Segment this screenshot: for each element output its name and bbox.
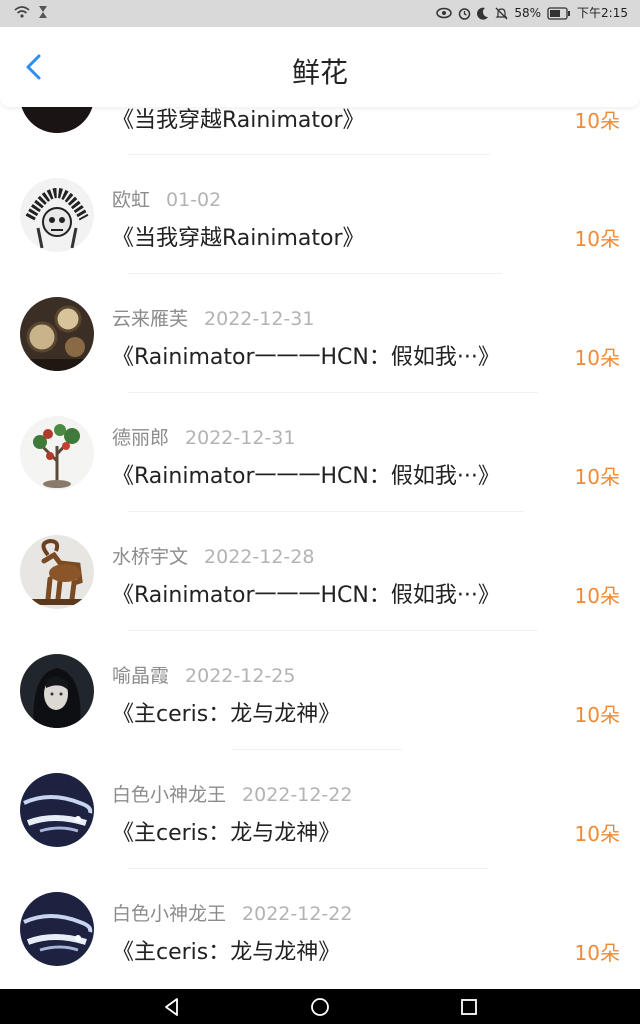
flower-count: 10朵 [574, 584, 620, 608]
user-name: 欧虹 01-02 [112, 189, 222, 211]
user-name: 云来雁芙 2022-12-31 [112, 308, 315, 330]
flower-count: 10朵 [574, 227, 620, 251]
divider [128, 154, 490, 155]
flower-list: 《当我穿越Rainimator》 10朵 欧虹 01-02 《当我穿越Rainim… [0, 107, 640, 989]
post-date: 2022-12-22 [242, 903, 353, 925]
back-triangle-icon[interactable] [160, 995, 184, 1019]
page-title: 鲜花 [291, 56, 348, 89]
avatar [20, 892, 94, 966]
user-name: 德丽郎 2022-12-31 [112, 427, 296, 449]
book-title: 《当我穿越Rainimator》 [112, 226, 365, 251]
book-title: 《主ceris：龙与龙神》 [112, 940, 341, 965]
app-header: 鲜花 [0, 27, 640, 107]
avatar [20, 297, 94, 371]
divider [128, 392, 538, 393]
divider [128, 511, 524, 512]
clock: 下午2:15 [577, 6, 628, 20]
book-title: 《Rainimator一一一HCN：假如我···》 [112, 583, 500, 608]
flower-count: 10朵 [574, 465, 620, 489]
list-item[interactable]: 欧虹 01-02 《当我穿越Rainimator》 10朵 [0, 168, 640, 287]
flower-count: 10朵 [574, 941, 620, 965]
battery-icon [547, 6, 571, 20]
list-item[interactable]: 白色小神龙王 2022-12-22 《主ceris：龙与龙神》 10朵 [0, 763, 640, 882]
list-item[interactable]: 喻晶霞 2022-12-25 《主ceris：龙与龙神》 10朵 [0, 644, 640, 763]
alarm-icon [459, 7, 471, 20]
system-nav-bar [0, 989, 640, 1024]
post-date: 2022-12-31 [204, 308, 315, 330]
hourglass-icon [39, 6, 47, 18]
flower-count: 10朵 [574, 109, 620, 133]
book-title: 《Rainimator一一一HCN：假如我···》 [112, 345, 500, 370]
list-item[interactable]: 《当我穿越Rainimator》 10朵 [0, 107, 640, 133]
divider [128, 273, 502, 274]
avatar [20, 535, 94, 609]
post-date: 2022-12-22 [242, 784, 353, 806]
user-name: 喻晶霞 2022-12-25 [112, 665, 296, 687]
user-name: 水桥宇文 2022-12-28 [112, 546, 315, 568]
list-item[interactable]: 云来雁芙 2022-12-31 《Rainimator一一一HCN：假如我···》… [0, 287, 640, 406]
book-title: 《当我穿越Rainimator》 [112, 108, 365, 133]
recents-square-icon[interactable] [457, 995, 481, 1019]
book-title: 《主ceris：龙与龙神》 [112, 702, 341, 727]
divider [232, 749, 402, 750]
flower-count: 10朵 [574, 822, 620, 846]
user-name: 白色小神龙王 2022-12-22 [112, 784, 353, 806]
user-name: 白色小神龙王 2022-12-22 [112, 903, 353, 925]
avatar [20, 654, 94, 728]
book-title: 《主ceris：龙与龙神》 [112, 821, 341, 846]
avatar [20, 107, 94, 133]
wifi-icon [14, 6, 30, 18]
avatar [20, 773, 94, 847]
mute-icon [495, 7, 508, 19]
post-date: 2022-12-25 [185, 665, 296, 687]
list-item[interactable]: 水桥宇文 2022-12-28 《Rainimator一一一HCN：假如我···》… [0, 525, 640, 644]
post-date: 2022-12-28 [204, 546, 315, 568]
flower-count: 10朵 [574, 346, 620, 370]
flower-count: 10朵 [574, 703, 620, 727]
home-circle-icon[interactable] [308, 995, 332, 1019]
avatar [20, 178, 94, 252]
divider [128, 868, 488, 869]
avatar [20, 416, 94, 490]
battery-percent: 58% [514, 6, 542, 20]
post-date: 01-02 [166, 189, 222, 211]
book-title: 《Rainimator一一一HCN：假如我···》 [112, 464, 500, 489]
divider [128, 630, 538, 631]
moon-icon [477, 7, 489, 20]
status-bar: 58% 下午2:15 [0, 0, 640, 27]
list-item[interactable]: 白色小神龙王 2022-12-22 《主ceris：龙与龙神》 10朵 [0, 882, 640, 989]
post-date: 2022-12-31 [185, 427, 296, 449]
eye-icon [436, 7, 453, 19]
list-item[interactable]: 德丽郎 2022-12-31 《Rainimator一一一HCN：假如我···》 … [0, 406, 640, 525]
